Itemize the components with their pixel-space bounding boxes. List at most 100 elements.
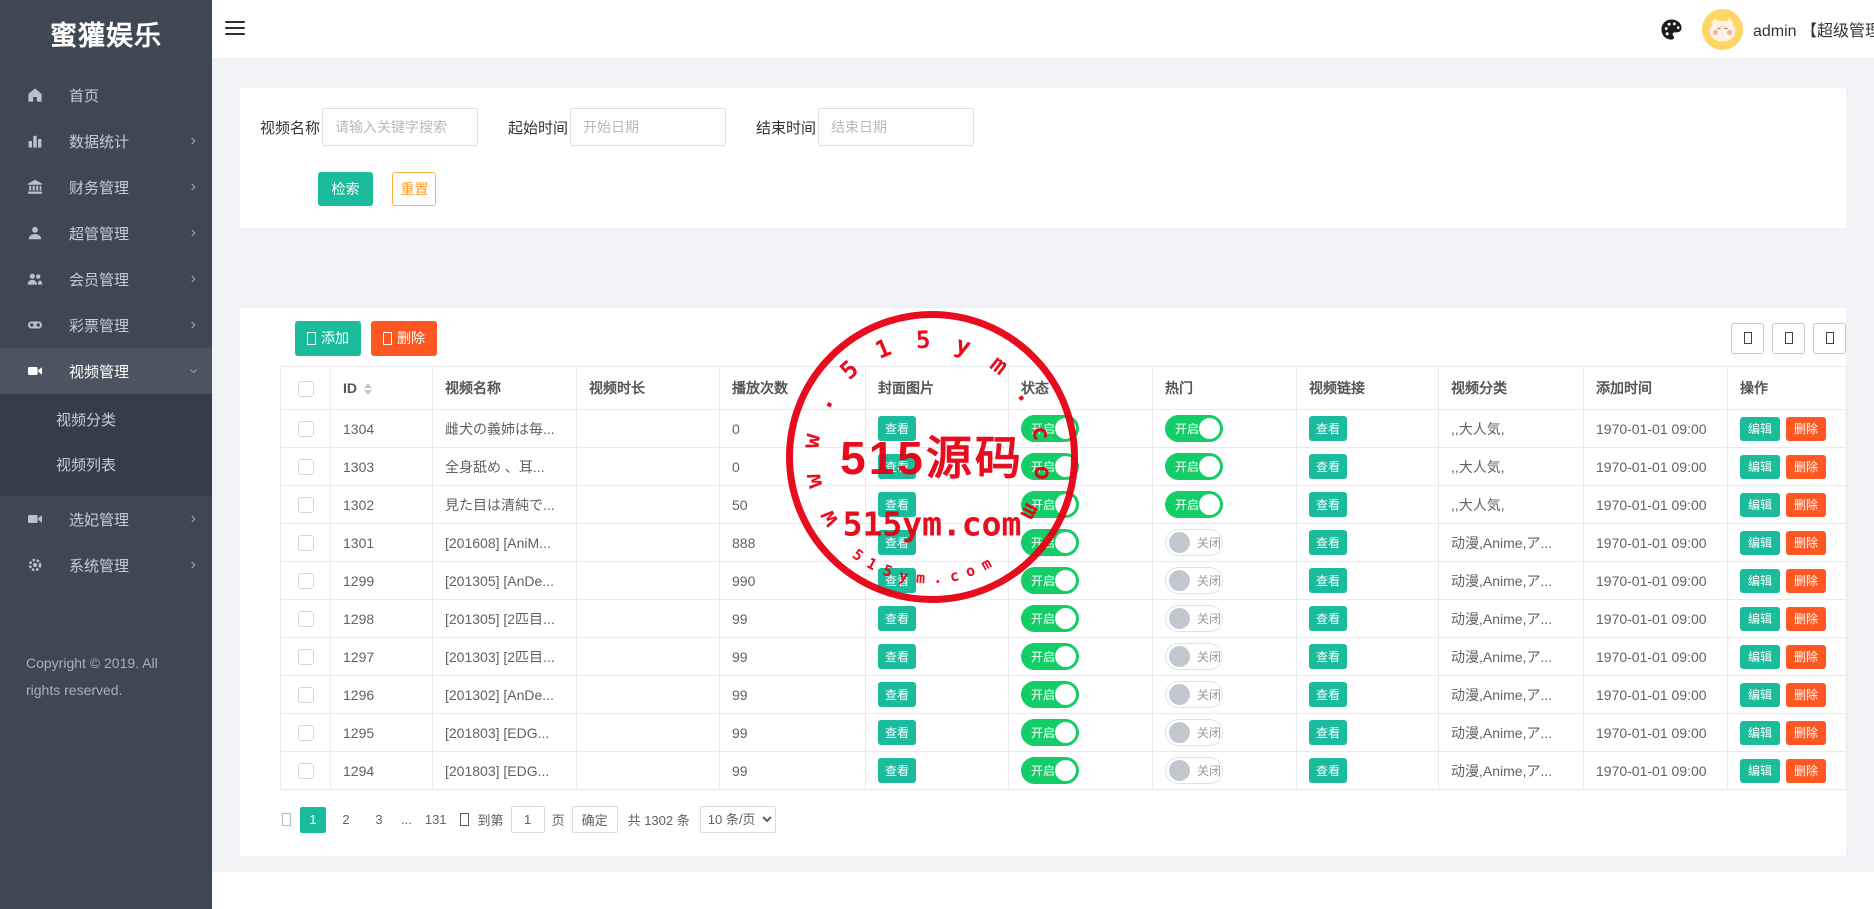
sidebar-item-2[interactable]: 财务管理›	[0, 164, 212, 210]
batch-delete-button[interactable]: 删除	[371, 321, 437, 356]
hot-toggle[interactable]: 开启	[1165, 453, 1223, 480]
sidebar-item-8[interactable]: 系统管理›	[0, 542, 212, 588]
edit-button[interactable]: 编辑	[1740, 645, 1780, 669]
hot-toggle[interactable]: 关闭	[1165, 643, 1223, 670]
view-cover-button[interactable]: 查看	[878, 606, 916, 631]
hot-toggle[interactable]: 关闭	[1165, 529, 1223, 556]
edit-button[interactable]: 编辑	[1740, 721, 1780, 745]
edit-button[interactable]: 编辑	[1740, 759, 1780, 783]
delete-button[interactable]: 删除	[1786, 455, 1826, 479]
view-link-button[interactable]: 查看	[1309, 682, 1347, 707]
sidebar-item-3[interactable]: 超管管理›	[0, 210, 212, 256]
keyword-input[interactable]	[322, 108, 478, 146]
status-toggle[interactable]: 开启	[1021, 681, 1079, 708]
hot-toggle[interactable]: 关闭	[1165, 605, 1223, 632]
edit-button[interactable]: 编辑	[1740, 607, 1780, 631]
view-cover-button[interactable]: 查看	[878, 682, 916, 707]
status-toggle[interactable]: 开启	[1021, 415, 1079, 442]
jump-page-input[interactable]	[511, 806, 545, 833]
page-button-3[interactable]: 3	[366, 807, 392, 833]
view-link-button[interactable]: 查看	[1309, 492, 1347, 517]
view-link-button[interactable]: 查看	[1309, 644, 1347, 669]
view-cover-button[interactable]: 查看	[878, 454, 916, 479]
edit-button[interactable]: 编辑	[1740, 493, 1780, 517]
view-link-button[interactable]: 查看	[1309, 720, 1347, 745]
filter-columns-button[interactable]	[1772, 323, 1805, 354]
confirm-button[interactable]: 确定	[572, 806, 618, 833]
sidebar-item-4[interactable]: 会员管理›	[0, 256, 212, 302]
edit-button[interactable]: 编辑	[1740, 417, 1780, 441]
end-date-input[interactable]	[818, 108, 974, 146]
row-checkbox[interactable]	[298, 497, 314, 513]
delete-button[interactable]: 删除	[1786, 645, 1826, 669]
prev-page-button[interactable]	[280, 812, 293, 827]
status-toggle[interactable]: 开启	[1021, 719, 1079, 746]
row-checkbox[interactable]	[298, 763, 314, 779]
sidebar-item-1[interactable]: 数据统计›	[0, 118, 212, 164]
hot-toggle[interactable]: 关闭	[1165, 567, 1223, 594]
row-checkbox[interactable]	[298, 459, 314, 475]
page-size-select[interactable]: 10 条/页	[700, 806, 776, 833]
sidebar-subitem-0[interactable]: 视频分类	[0, 398, 212, 443]
view-cover-button[interactable]: 查看	[878, 644, 916, 669]
sidebar-subitem-1[interactable]: 视频列表	[0, 443, 212, 488]
view-cover-button[interactable]: 查看	[878, 530, 916, 555]
next-page-button[interactable]	[458, 812, 471, 827]
delete-button[interactable]: 删除	[1786, 721, 1826, 745]
edit-button[interactable]: 编辑	[1740, 455, 1780, 479]
status-toggle[interactable]: 开启	[1021, 757, 1079, 784]
refresh-button[interactable]	[1731, 323, 1764, 354]
view-cover-button[interactable]: 查看	[878, 568, 916, 593]
avatar[interactable]	[1702, 9, 1743, 50]
row-checkbox[interactable]	[298, 421, 314, 437]
view-link-button[interactable]: 查看	[1309, 568, 1347, 593]
view-cover-button[interactable]: 查看	[878, 416, 916, 441]
edit-button[interactable]: 编辑	[1740, 531, 1780, 555]
row-checkbox[interactable]	[298, 649, 314, 665]
view-link-button[interactable]: 查看	[1309, 606, 1347, 631]
row-checkbox[interactable]	[298, 687, 314, 703]
view-cover-button[interactable]: 查看	[878, 720, 916, 745]
view-link-button[interactable]: 查看	[1309, 454, 1347, 479]
sidebar-item-5[interactable]: 彩票管理›	[0, 302, 212, 348]
hot-toggle[interactable]: 关闭	[1165, 681, 1223, 708]
reset-button[interactable]: 重置	[392, 172, 436, 206]
select-all-checkbox[interactable]	[298, 381, 314, 397]
delete-button[interactable]: 删除	[1786, 531, 1826, 555]
status-toggle[interactable]: 开启	[1021, 643, 1079, 670]
view-link-button[interactable]: 查看	[1309, 530, 1347, 555]
delete-button[interactable]: 删除	[1786, 683, 1826, 707]
delete-button[interactable]: 删除	[1786, 569, 1826, 593]
row-checkbox[interactable]	[298, 611, 314, 627]
sort-toggle[interactable]	[364, 383, 372, 395]
status-toggle[interactable]: 开启	[1021, 491, 1079, 518]
edit-button[interactable]: 编辑	[1740, 683, 1780, 707]
page-button-131[interactable]: 131	[421, 807, 451, 833]
page-button-2[interactable]: 2	[333, 807, 359, 833]
status-toggle[interactable]: 开启	[1021, 605, 1079, 632]
menu-toggle-icon[interactable]	[225, 21, 245, 39]
edit-button[interactable]: 编辑	[1740, 569, 1780, 593]
status-toggle[interactable]: 开启	[1021, 567, 1079, 594]
delete-button[interactable]: 删除	[1786, 607, 1826, 631]
view-cover-button[interactable]: 查看	[878, 758, 916, 783]
status-toggle[interactable]: 开启	[1021, 529, 1079, 556]
sidebar-item-6[interactable]: 视频管理›	[0, 348, 212, 394]
delete-button[interactable]: 删除	[1786, 493, 1826, 517]
search-button[interactable]: 检索	[318, 172, 373, 206]
hot-toggle[interactable]: 关闭	[1165, 757, 1223, 784]
sidebar-item-7[interactable]: 选妃管理›	[0, 496, 212, 542]
delete-button[interactable]: 删除	[1786, 417, 1826, 441]
start-date-input[interactable]	[570, 108, 726, 146]
row-checkbox[interactable]	[298, 573, 314, 589]
status-toggle[interactable]: 开启	[1021, 453, 1079, 480]
delete-button[interactable]: 删除	[1786, 759, 1826, 783]
row-checkbox[interactable]	[298, 535, 314, 551]
view-link-button[interactable]: 查看	[1309, 758, 1347, 783]
hot-toggle[interactable]: 关闭	[1165, 719, 1223, 746]
export-button[interactable]	[1813, 323, 1846, 354]
hot-toggle[interactable]: 开启	[1165, 415, 1223, 442]
row-checkbox[interactable]	[298, 725, 314, 741]
theme-palette-icon[interactable]	[1660, 18, 1683, 41]
page-button-1[interactable]: 1	[300, 807, 326, 833]
